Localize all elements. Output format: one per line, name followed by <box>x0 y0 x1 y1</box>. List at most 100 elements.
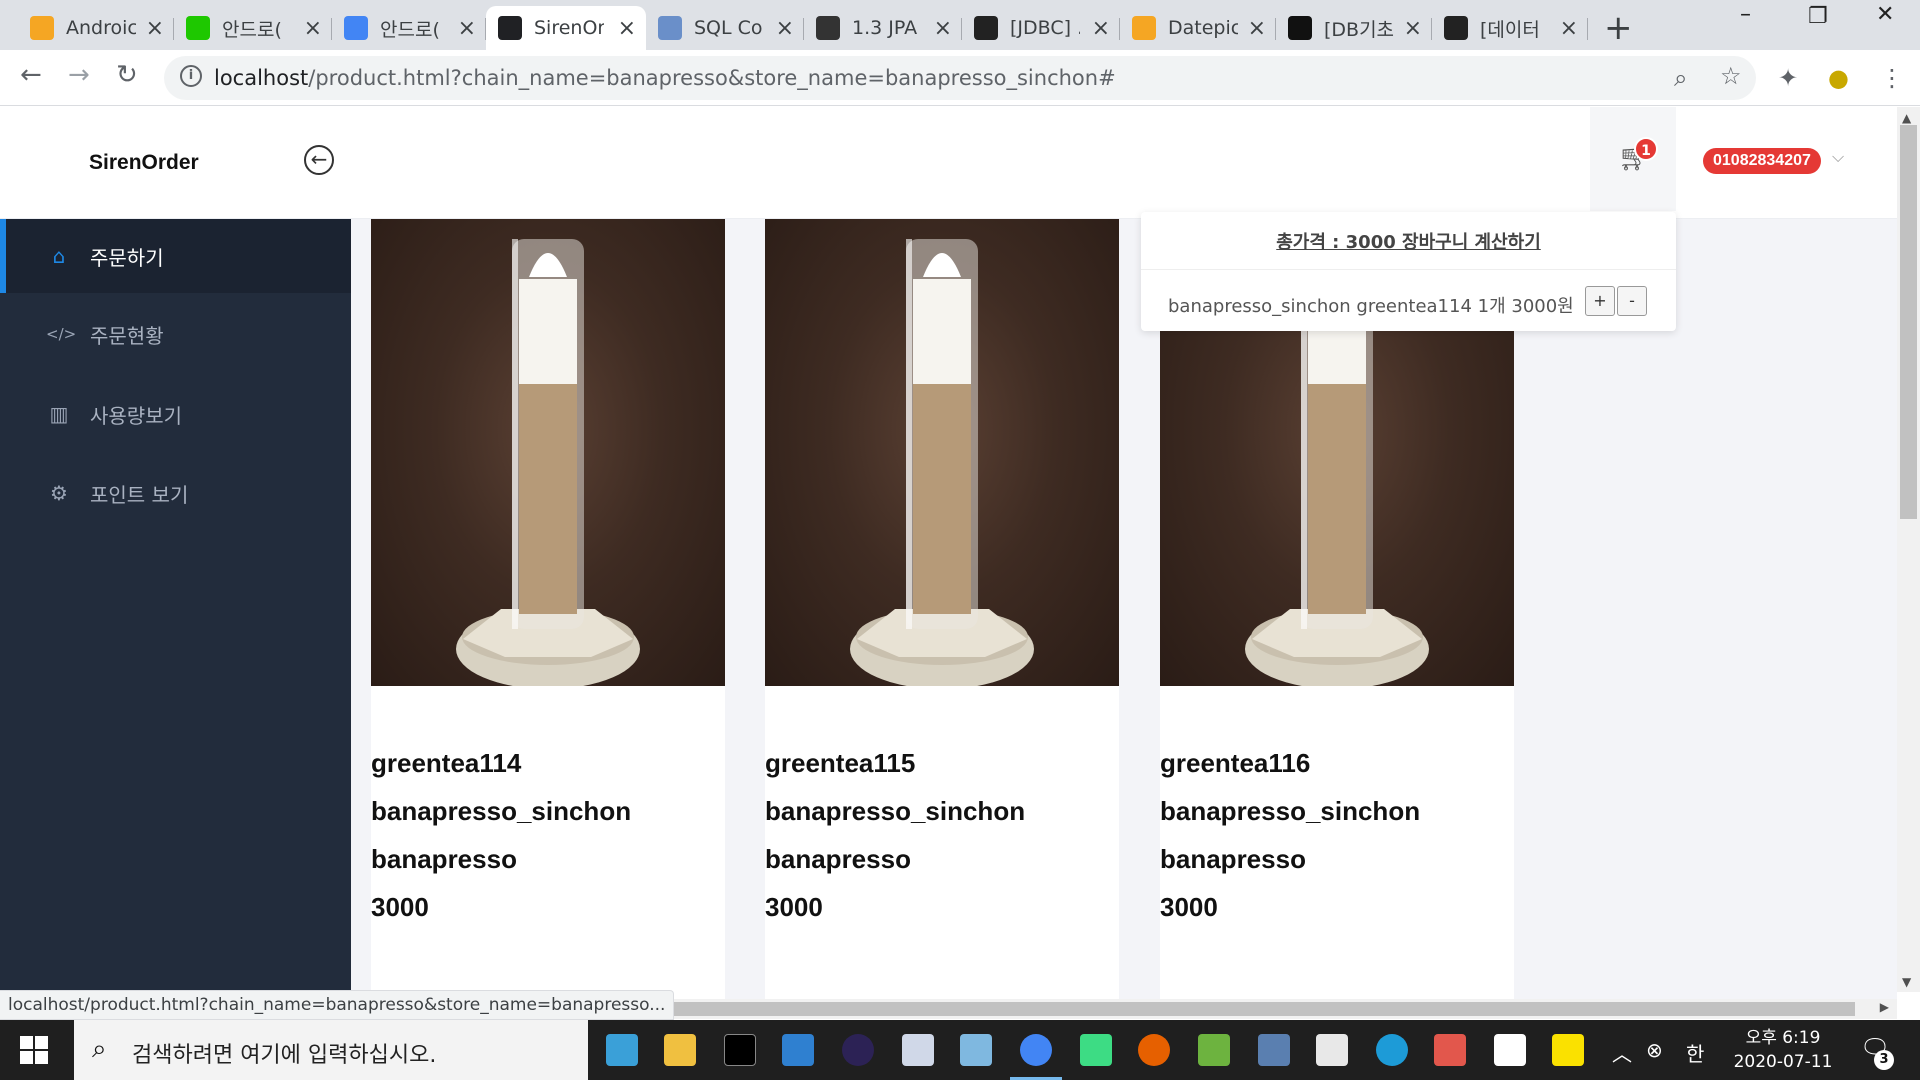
diagram-tool-icon[interactable] <box>1258 1034 1290 1066</box>
browser-tab[interactable]: Datepic × <box>1120 6 1276 50</box>
reload-icon[interactable]: ↻ <box>116 60 138 90</box>
product-photo[interactable] <box>765 219 1119 686</box>
tray-status-icon[interactable]: ⊗ <box>1646 1038 1663 1062</box>
forward-nav-icon[interactable]: → <box>68 60 90 90</box>
restore-button[interactable]: ❐ <box>1808 4 1828 29</box>
taskbar-search[interactable]: ⌕ 검색하려면 여기에 입력하십시오. <box>74 1020 588 1080</box>
close-tab-icon[interactable]: × <box>618 16 636 41</box>
user-phone-badge[interactable]: 01082834207 <box>1703 148 1821 174</box>
sidebar-item-order-status[interactable]: </> 주문현황 <box>0 293 351 375</box>
scrollbar-thumb[interactable] <box>1900 125 1917 519</box>
zoom-icon[interactable]: ⌕ <box>1674 64 1687 92</box>
git-app-icon[interactable] <box>606 1034 638 1066</box>
new-tab-button[interactable]: + <box>1604 8 1633 48</box>
product-photo[interactable] <box>371 219 725 686</box>
tab-title: [DB기초 <box>1324 18 1394 41</box>
product-store: banapresso_sinchon <box>371 796 632 826</box>
tray-chevron-icon[interactable]: ︿ <box>1612 1038 1632 1067</box>
taskbar: ⌕ 검색하려면 여기에 입력하십시오. ︿ ⊗ 한 오후 6:19 2020-0… <box>0 1020 1920 1080</box>
bar-chart-icon: ▥ <box>49 402 69 426</box>
sidebar-item-order[interactable]: ⌂ 주문하기 <box>0 219 351 293</box>
back-arrow-icon[interactable]: ← <box>304 145 334 175</box>
database-app-icon[interactable] <box>902 1034 934 1066</box>
tab-title: Datepic <box>1168 17 1238 39</box>
divider <box>1141 269 1676 270</box>
browser-tab[interactable]: SQL Co × <box>646 6 804 50</box>
terminal-icon[interactable] <box>724 1034 756 1066</box>
address-bar[interactable]: i localhost/product.html?chain_name=bana… <box>164 56 1756 100</box>
office-app-icon[interactable] <box>1434 1034 1466 1066</box>
extensions-icon[interactable]: ✦ <box>1778 64 1798 92</box>
tab-title: 안드로( <box>222 18 282 41</box>
typora-icon[interactable] <box>1316 1034 1348 1066</box>
notes-app-icon[interactable] <box>960 1034 992 1066</box>
close-tab-icon[interactable]: × <box>304 16 322 41</box>
vscode-icon[interactable] <box>782 1034 814 1066</box>
close-window-button[interactable]: ✕ <box>1876 2 1894 27</box>
scroll-right-icon[interactable]: ▶ <box>1880 1000 1889 1014</box>
bookmark-star-icon[interactable]: ☆ <box>1720 62 1742 90</box>
quantity-minus-button[interactable]: - <box>1617 286 1647 316</box>
back-nav-icon[interactable]: ← <box>20 60 42 90</box>
close-tab-icon[interactable]: × <box>1248 16 1266 41</box>
browser-tab[interactable]: 안드로( × <box>332 6 486 50</box>
latte-glass-image <box>456 239 640 686</box>
sidebar-item-points[interactable]: ⚙ 포인트 보기 <box>0 453 351 533</box>
sidebar-item-label: 주문하기 <box>90 245 164 270</box>
product-card[interactable]: greentea114 banapresso_sinchon banapress… <box>371 219 725 999</box>
product-name: greentea114 <box>371 748 522 778</box>
sidebar-item-usage[interactable]: ▥ 사용량보기 <box>0 375 351 453</box>
browser-tab[interactable]: [데이터 × <box>1432 6 1588 50</box>
close-tab-icon[interactable]: × <box>458 16 476 41</box>
android-studio-icon[interactable] <box>1080 1034 1112 1066</box>
firefox-icon[interactable] <box>1138 1034 1170 1066</box>
product-name: greentea115 <box>765 748 916 778</box>
menu-dots-icon[interactable]: ⋮ <box>1880 64 1904 92</box>
spring-tool-icon[interactable] <box>1198 1034 1230 1066</box>
eclipse-icon[interactable] <box>842 1034 874 1066</box>
file-explorer-icon[interactable] <box>664 1034 696 1066</box>
tab-title: SQL Co <box>694 17 763 39</box>
browser-tab[interactable]: 1.3 JPA × <box>804 6 962 50</box>
chrome-icon[interactable] <box>1010 1034 1062 1080</box>
product-card[interactable]: greentea116 banapresso_sinchon banapress… <box>1160 219 1514 999</box>
browser-tab[interactable]: [JDBC] . × <box>962 6 1120 50</box>
product-card[interactable]: greentea115 banapresso_sinchon banapress… <box>765 219 1119 999</box>
edge-icon[interactable] <box>1376 1034 1408 1066</box>
cart-button[interactable]: 🛒︎ 1 <box>1590 107 1676 211</box>
vertical-scrollbar[interactable]: ▲ ▼ <box>1897 107 1920 992</box>
penguin-icon <box>974 16 998 40</box>
close-tab-icon[interactable]: × <box>1092 16 1110 41</box>
cart-checkout-link[interactable]: 총가격 : 3000 장바구니 계산하기 <box>1141 228 1676 254</box>
scroll-down-icon[interactable]: ▼ <box>1902 975 1911 989</box>
close-tab-icon[interactable]: × <box>146 16 164 41</box>
factory-icon <box>1288 16 1312 40</box>
browser-tab[interactable]: SirenOr × <box>486 6 646 50</box>
minimize-button[interactable]: – <box>1740 2 1751 27</box>
windows-start-icon[interactable] <box>20 1036 48 1064</box>
url-host: localhost <box>214 66 309 90</box>
close-tab-icon[interactable]: × <box>1560 16 1578 41</box>
kakaotalk-icon[interactable] <box>1552 1034 1584 1066</box>
close-tab-icon[interactable]: × <box>776 16 794 41</box>
tab-title: Androic <box>66 17 136 39</box>
url-text[interactable]: localhost/product.html?chain_name=banapr… <box>214 66 1116 90</box>
brand-logo[interactable]: SirenOrder <box>89 151 199 175</box>
notion-icon[interactable] <box>1494 1034 1526 1066</box>
clock[interactable]: 오후 6:19 2020-07-11 <box>1728 1026 1838 1074</box>
google-icon <box>344 16 368 40</box>
quantity-plus-button[interactable]: + <box>1585 286 1615 316</box>
browser-tab[interactable]: Androic × <box>18 6 174 50</box>
ime-indicator[interactable]: 한 <box>1686 1038 1704 1067</box>
browser-tab[interactable]: 안드로( × <box>174 6 332 50</box>
close-tab-icon[interactable]: × <box>1404 16 1422 41</box>
product-price: 3000 <box>765 892 823 922</box>
tab-title: 안드로( <box>380 18 440 41</box>
scroll-up-icon[interactable]: ▲ <box>1902 111 1911 125</box>
site-info-icon[interactable]: i <box>180 65 202 87</box>
chevron-down-icon[interactable]: ⌵ <box>1832 147 1844 167</box>
close-tab-icon[interactable]: × <box>934 16 952 41</box>
profile-avatar-icon[interactable]: ● <box>1828 64 1849 92</box>
browser-toolbar: ← → ↻ i localhost/product.html?chain_nam… <box>0 50 1920 106</box>
browser-tab[interactable]: [DB기초 × <box>1276 6 1432 50</box>
